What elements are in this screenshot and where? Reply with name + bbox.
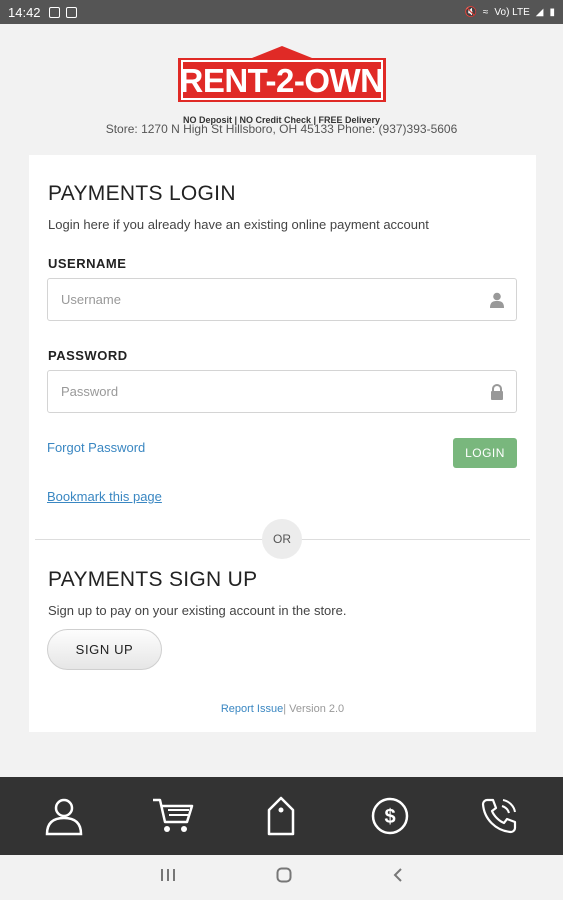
image-notification-icon	[48, 6, 60, 18]
system-nav-bar	[0, 855, 563, 900]
recents-icon[interactable]	[160, 868, 176, 887]
header: RENT-2-OWN NO Deposit | NO Credit Check …	[0, 44, 563, 125]
dollar-icon: $	[371, 797, 409, 835]
login-card: PAYMENTS LOGIN Login here if you already…	[29, 155, 536, 732]
network-label: Vo) LTE	[494, 6, 530, 18]
tag-icon	[268, 796, 295, 836]
app-notification-icon	[65, 6, 77, 18]
svg-text:$: $	[385, 806, 396, 828]
phone-icon	[481, 798, 516, 834]
username-field-box	[47, 278, 517, 321]
brand-logo[interactable]: RENT-2-OWN	[176, 44, 388, 106]
footer: Report Issue| Version 2.0	[29, 703, 536, 715]
status-time: 14:42	[8, 4, 41, 20]
bookmark-link[interactable]: Bookmark this page	[47, 489, 162, 504]
version-label: | Version 2.0	[283, 703, 345, 715]
mute-icon: 🔇	[464, 6, 477, 18]
password-label: PASSWORD	[48, 348, 128, 363]
status-icons: 🔇 ≈ Vo) LTE ◢ ▮	[464, 7, 555, 18]
user-icon	[46, 798, 83, 836]
cart-icon	[152, 798, 194, 832]
report-issue-link[interactable]: Report Issue	[221, 703, 283, 715]
login-button[interactable]: LOGIN	[453, 438, 517, 468]
signup-subtitle: Sign up to pay on your existing account …	[48, 603, 347, 618]
bottom-nav: $	[0, 777, 563, 855]
signup-title: PAYMENTS SIGN UP	[48, 568, 258, 591]
back-icon[interactable]	[392, 867, 404, 888]
signal-icon: ◢	[535, 6, 544, 18]
signup-button[interactable]: SIGN UP	[47, 629, 162, 670]
nav-shop[interactable]	[143, 786, 203, 846]
store-info: Store: 1270 N High St Hillsboro, OH 4513…	[105, 122, 458, 136]
username-input[interactable]	[48, 279, 468, 320]
user-icon	[490, 292, 504, 308]
password-field-box	[47, 370, 517, 413]
status-bar: 14:42 🔇 ≈ Vo) LTE ◢ ▮	[0, 0, 563, 24]
nav-deals[interactable]	[251, 786, 311, 846]
battery-icon: ▮	[549, 6, 555, 18]
forgot-password-link[interactable]: Forgot Password	[47, 440, 145, 455]
or-badge: OR	[262, 519, 302, 559]
username-label: USERNAME	[48, 256, 127, 271]
brand-name: RENT-2-OWN	[179, 62, 385, 99]
login-subtitle: Login here if you already have an existi…	[48, 217, 429, 232]
nav-contact[interactable]	[469, 786, 529, 846]
password-input[interactable]	[48, 371, 468, 412]
nav-payments[interactable]: $	[360, 786, 420, 846]
lock-icon	[491, 384, 503, 400]
login-title: PAYMENTS LOGIN	[48, 182, 236, 205]
nav-account[interactable]	[34, 786, 94, 846]
wifi-icon: ≈	[482, 6, 489, 18]
home-icon[interactable]	[276, 867, 292, 888]
